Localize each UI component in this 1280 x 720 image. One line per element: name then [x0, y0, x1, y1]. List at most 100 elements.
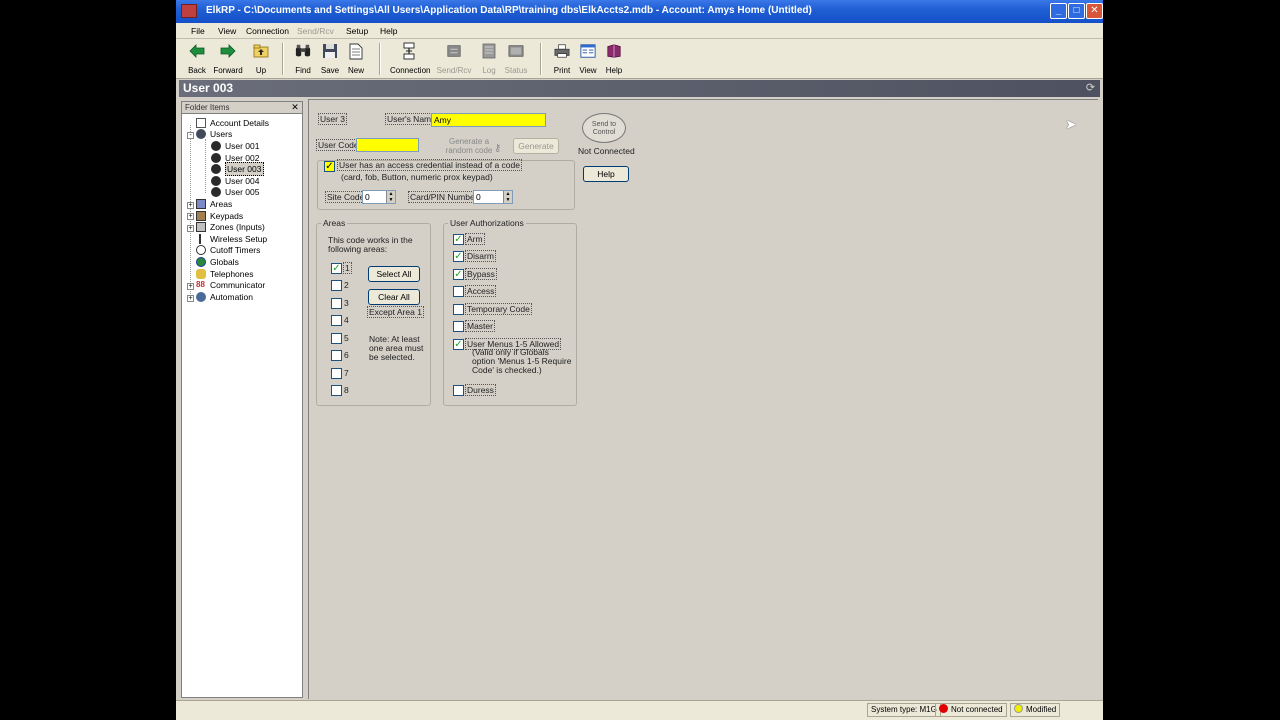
telephone-icon	[196, 269, 206, 279]
area-1-checkbox[interactable]: ✓	[331, 263, 342, 274]
expand-automation-toggle[interactable]: +	[187, 295, 194, 302]
access-checkbox[interactable]	[453, 286, 464, 297]
area-4-label: 4	[344, 315, 349, 325]
up-button[interactable]: Up	[242, 41, 280, 77]
generate-button[interactable]: Generate	[513, 138, 559, 154]
user-icon	[211, 153, 221, 163]
modified-status-pane: Modified	[1010, 703, 1061, 717]
area-3-checkbox[interactable]	[331, 298, 342, 309]
expand-keypads-toggle[interactable]: +	[187, 213, 194, 220]
application-window: ElkRP - C:\Documents and Settings\All Us…	[176, 0, 1103, 720]
maximize-button[interactable]: □	[1068, 3, 1085, 19]
area-6-checkbox[interactable]	[331, 350, 342, 361]
area-7-label: 7	[344, 368, 349, 378]
close-icon[interactable]: ✕	[290, 102, 300, 113]
new-document-icon	[348, 43, 364, 59]
area-5-checkbox[interactable]	[331, 333, 342, 344]
send-receive-icon	[446, 43, 462, 59]
help-book-icon	[606, 43, 622, 59]
send-to-control-button[interactable]: Send to Control	[582, 113, 626, 143]
account-details-icon	[196, 118, 206, 128]
wireless-icon	[199, 234, 205, 244]
title-bar[interactable]: ElkRP - C:\Documents and Settings\All Us…	[176, 0, 1103, 23]
areas-icon	[196, 199, 206, 209]
area-7-checkbox[interactable]	[331, 368, 342, 379]
arm-checkbox[interactable]: ✓	[453, 234, 464, 245]
communicator-icon: 88	[196, 280, 205, 289]
areas-group-title: Areas	[321, 218, 348, 228]
menu-connection[interactable]: Connection	[246, 26, 289, 36]
clear-all-button[interactable]: Clear All	[368, 289, 420, 305]
collapse-users-toggle[interactable]: -	[187, 132, 194, 139]
status-icon	[508, 43, 524, 59]
status-bar: System type: M1G Not connected Modified	[176, 700, 1103, 720]
expand-zones-toggle[interactable]: +	[187, 225, 194, 232]
users-icon	[196, 129, 206, 139]
user-menus-note: (Valid only if Globals option 'Menus 1-5…	[472, 347, 572, 375]
site-code-spinner[interactable]: 0 ▲ ▼	[362, 190, 396, 204]
area-5-label: 5	[344, 333, 349, 343]
send-to-control-label: Send to Control	[591, 121, 617, 136]
automation-icon	[196, 292, 206, 302]
folder-items-pane: Folder Items ✕ Account Details - Users U…	[181, 101, 303, 698]
help-button-toolbar[interactable]: Help	[595, 41, 633, 77]
menu-send-rcv[interactable]: Send/Rcv	[297, 26, 334, 36]
select-all-button[interactable]: Select All	[368, 266, 420, 282]
area-8-label: 8	[344, 385, 349, 395]
site-code-label: Site Code	[324, 191, 367, 203]
printer-icon	[554, 43, 570, 59]
bypass-checkbox[interactable]: ✓	[453, 269, 464, 280]
key-icon: ⚷	[494, 143, 502, 154]
duress-label: Duress	[465, 384, 496, 396]
help-button[interactable]: Help	[583, 166, 629, 182]
close-button[interactable]: ✕	[1086, 3, 1103, 19]
generate-random-label: Generate a random code	[445, 137, 493, 155]
spinner-arrows-icon[interactable]: ▲ ▼	[386, 191, 395, 203]
credential-checkbox[interactable]: ✓	[324, 161, 335, 172]
area-8-checkbox[interactable]	[331, 385, 342, 396]
spinner-arrows-icon[interactable]: ▲ ▼	[503, 191, 512, 203]
status-button[interactable]: Status	[497, 41, 535, 77]
system-type-status: System type: M1G	[867, 703, 941, 717]
areas-description: This code works in the following areas:	[328, 235, 413, 254]
temporary-code-checkbox[interactable]	[453, 304, 464, 315]
user-menus-checkbox[interactable]: ✓	[453, 339, 464, 350]
menu-file[interactable]: File	[191, 26, 205, 36]
user-edit-panel: User 3 User's Name Amy User Code Generat…	[308, 99, 1098, 699]
expand-communicator-toggle[interactable]: +	[187, 283, 194, 290]
send-rcv-button[interactable]: Send/Rcv	[435, 41, 473, 77]
globe-icon	[196, 257, 206, 267]
connection-status-pane: Not connected	[935, 703, 1007, 717]
area-4-checkbox[interactable]	[331, 315, 342, 326]
area-6-label: 6	[344, 350, 349, 360]
log-icon	[481, 43, 497, 59]
menu-help[interactable]: Help	[380, 26, 397, 36]
duress-checkbox[interactable]	[453, 385, 464, 396]
arm-label: Arm	[465, 233, 485, 245]
disarm-label: Disarm	[465, 250, 496, 262]
disarm-checkbox[interactable]: ✓	[453, 251, 464, 262]
area-2-label: 2	[344, 280, 349, 290]
card-pin-spinner[interactable]: 0 ▲ ▼	[473, 190, 513, 204]
area-2-checkbox[interactable]	[331, 280, 342, 291]
new-button[interactable]: New	[337, 41, 375, 77]
user-code-field[interactable]	[356, 138, 419, 152]
binoculars-icon	[295, 43, 311, 59]
user-icon	[211, 176, 221, 186]
page-title: User 003	[183, 81, 234, 95]
timer-icon	[196, 245, 206, 255]
connection-button[interactable]: Connection	[390, 41, 430, 77]
toolbar-separator	[540, 43, 542, 75]
master-checkbox[interactable]	[453, 321, 464, 332]
expand-areas-toggle[interactable]: +	[187, 202, 194, 209]
window-title: ElkRP - C:\Documents and Settings\All Us…	[206, 5, 812, 16]
toolbar-separator	[379, 43, 381, 75]
user-name-field[interactable]: Amy	[431, 113, 546, 127]
except-area-label: Except Area 1	[367, 306, 424, 318]
minimize-button[interactable]: _	[1050, 3, 1067, 19]
area-1-label: 1	[343, 262, 352, 274]
menu-setup[interactable]: Setup	[346, 26, 368, 36]
user-authorizations-title: User Authorizations	[448, 218, 526, 228]
refresh-icon[interactable]: ⟳	[1084, 82, 1097, 95]
menu-view[interactable]: View	[218, 26, 236, 36]
